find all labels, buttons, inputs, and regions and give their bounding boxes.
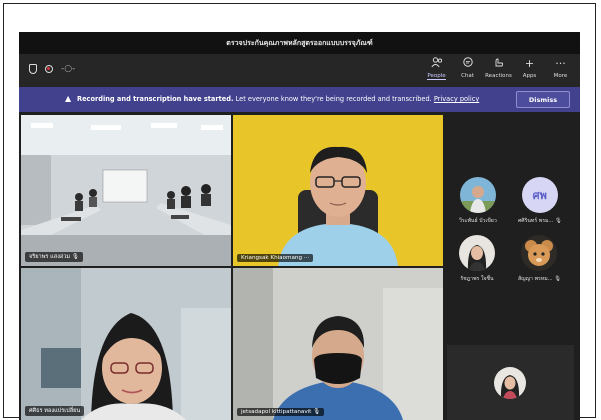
meeting-toolbar: -○- People Chat Reactions + Apps ··· Mor…	[19, 54, 580, 87]
privacy-policy-link[interactable]: Privacy policy	[434, 95, 479, 103]
self-view-tile[interactable]	[447, 345, 574, 420]
tile-name: จริยาพร แสงอ่วม	[29, 254, 71, 260]
participant-weeraphan[interactable]: วีระพันธ์ บัวเขียว	[459, 177, 497, 225]
video-tile-kriangsak[interactable]: Kriangsak Khiaomang ···	[233, 115, 443, 266]
banner-text: Recording and transcription have started…	[77, 95, 479, 103]
sasithorn-video	[21, 268, 231, 420]
banner-message: Let everyone know they're being recorded…	[235, 95, 432, 103]
avatar: ศพ	[521, 177, 558, 213]
participant-sasirin[interactable]: ศพ ศศิรินทร์ พรม... 🎙	[518, 177, 562, 225]
participant-name-text: สัญญา พรหม...	[518, 276, 553, 282]
video-tile-sasithorn[interactable]: ศศิธร ทองแปรเปลี่ยน	[21, 268, 231, 420]
participant-name: สัญญา พรหม... 🎙	[518, 276, 561, 282]
participant-name: วีระพันธ์ บัวเขียว	[459, 217, 497, 225]
chat-icon	[462, 57, 474, 71]
people-icon	[430, 57, 443, 71]
recording-banner: ▲ Recording and transcription have start…	[19, 87, 580, 112]
tile-name: Kriangsak Khiaomang	[241, 255, 302, 261]
apps-button[interactable]: + Apps	[514, 57, 545, 85]
toolbar-left-group: -○-	[29, 64, 75, 74]
more-dots-icon[interactable]: -○-	[61, 65, 75, 74]
window-title: ตรวจประกันคุณภาพหลักสูตรออกแบบบรรจุภัณฑ์	[19, 32, 580, 54]
video-tile-jetsadapol[interactable]: jetsadapol kittipattanavit 🎙	[233, 268, 443, 420]
toolbar-right-group: People Chat Reactions + Apps ··· More	[421, 57, 576, 85]
tile-name: ศศิธร ทองแปรเปลี่ยน	[29, 408, 81, 414]
reactions-button-label: Reactions	[485, 73, 512, 79]
teams-meeting-window: ตรวจประกันคุณภาพหลักสูตรออกแบบบรรจุภัณฑ์…	[19, 32, 580, 420]
more-button[interactable]: ··· More	[545, 57, 576, 85]
tile-name: jetsadapol kittipattanavit	[241, 409, 312, 415]
participant-name-text: วีระพันธ์ บัวเขียว	[459, 218, 497, 224]
participant-ratchadaporn[interactable]: รัชฎาพร ใจชื่น	[459, 235, 495, 283]
kriangsak-video	[233, 115, 443, 266]
participant-sanya[interactable]: สัญญา พรหม... 🎙	[518, 235, 561, 283]
more-icon: ···	[555, 57, 566, 70]
participant-name: ศศิรินทร์ พรม... 🎙	[518, 218, 562, 224]
plus-icon: +	[524, 57, 535, 70]
avatar	[459, 177, 496, 213]
participant-name-tag: jetsadapol kittipattanavit 🎙	[237, 408, 325, 416]
warning-icon: ▲	[65, 94, 72, 103]
participant-name: รัชฎาพร ใจชื่น	[460, 275, 493, 283]
participant-name-tag: จริยาพร แสงอ่วม 🎙	[25, 252, 83, 262]
chat-button-label: Chat	[461, 73, 474, 79]
shield-icon[interactable]	[29, 64, 37, 74]
participant-name-text: ศศิรินทร์ พรม...	[518, 218, 554, 224]
self-avatar	[494, 367, 526, 399]
mic-muted-icon: 🎙	[71, 254, 79, 260]
more-options-icon: ···	[303, 255, 310, 261]
people-button-label: People	[427, 73, 446, 80]
participant-name-text: รัชฎาพร ใจชื่น	[460, 276, 494, 282]
more-button-label: More	[553, 73, 568, 79]
participant-name-tag: Kriangsak Khiaomang ···	[237, 254, 314, 262]
mic-muted-icon: 🎙	[313, 409, 321, 415]
record-icon[interactable]	[45, 65, 53, 73]
reactions-button[interactable]: Reactions	[483, 57, 514, 85]
banner-title: Recording and transcription have started…	[77, 95, 234, 103]
reactions-icon	[493, 57, 505, 71]
video-tile-meeting-room[interactable]: จริยาพร แสงอ่วม 🎙	[21, 115, 231, 266]
people-button[interactable]: People	[421, 57, 452, 85]
jetsadapol-video	[233, 268, 443, 420]
avatar-initials: ศพ	[532, 189, 547, 202]
participant-name-tag: ศศิธร ทองแปรเปลี่ยน	[25, 406, 85, 416]
meeting-room-video	[21, 115, 231, 266]
avatar	[459, 235, 495, 271]
apps-button-label: Apps	[522, 73, 537, 79]
dismiss-button[interactable]: Dismiss	[516, 91, 570, 108]
avatar	[521, 235, 558, 271]
chat-button[interactable]: Chat	[452, 57, 483, 85]
